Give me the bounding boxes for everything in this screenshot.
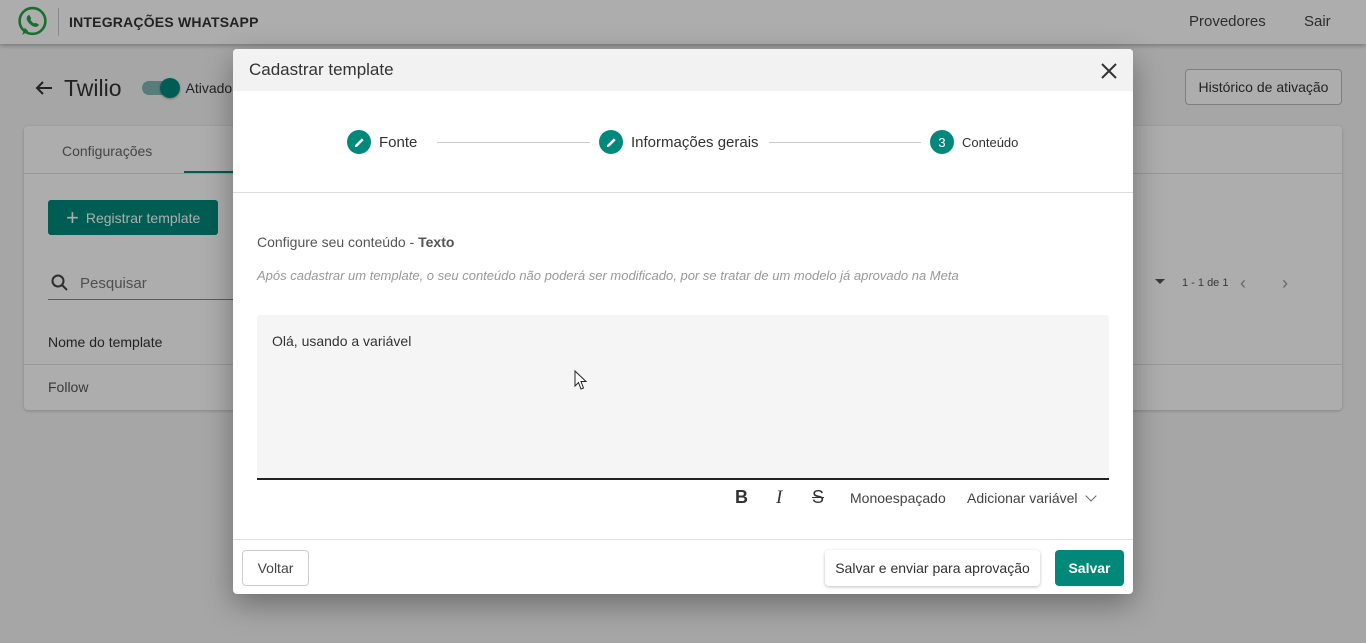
- content-type: Texto: [418, 234, 455, 250]
- mouse-pointer-icon: [574, 370, 588, 390]
- strikethrough-button[interactable]: S: [812, 487, 824, 508]
- pencil-icon: [354, 137, 364, 147]
- close-icon[interactable]: [1099, 61, 1119, 81]
- step-fonte[interactable]: Fonte: [347, 130, 417, 154]
- step-conteudo[interactable]: 3 Conteúdo: [930, 130, 1018, 154]
- content-label-prefix: Configure seu conteúdo -: [257, 234, 419, 250]
- step-label: Fonte: [379, 133, 418, 151]
- step-done-circle: [599, 130, 623, 154]
- add-variable-label: Adicionar variável: [967, 490, 1078, 506]
- content-label: Configure seu conteúdo - Texto: [257, 234, 454, 250]
- monospace-button[interactable]: Monoespaçado: [850, 490, 946, 506]
- content-hint: Após cadastrar um template, o seu conteú…: [257, 268, 959, 283]
- add-variable-dropdown[interactable]: Adicionar variável: [967, 490, 1097, 506]
- save-and-submit-button[interactable]: Salvar e enviar para aprovação: [825, 550, 1040, 586]
- content-editor[interactable]: Olá, usando a variável: [257, 315, 1109, 480]
- format-toolbar: B I S Monoespaçado Adicionar variável: [233, 487, 1133, 511]
- step-connector: [769, 142, 921, 143]
- stepper: Fonte Informações gerais 3 Conteúdo: [233, 91, 1133, 193]
- save-button[interactable]: Salvar: [1055, 550, 1124, 586]
- step-label: Conteúdo: [962, 134, 1019, 150]
- bold-button[interactable]: B: [735, 487, 748, 508]
- italic-button[interactable]: I: [776, 487, 782, 509]
- step-label: Informações gerais: [631, 133, 759, 151]
- dialog-footer: Voltar Salvar e enviar para aprovação Sa…: [233, 539, 1133, 594]
- chevron-down-icon: [1084, 490, 1097, 502]
- step-number-circle: 3: [930, 130, 954, 154]
- register-template-dialog: Cadastrar template Fonte Informações ger…: [233, 49, 1133, 594]
- step-connector: [437, 142, 590, 143]
- editor-text[interactable]: Olá, usando a variável: [272, 333, 411, 349]
- dialog-header: Cadastrar template: [233, 49, 1133, 91]
- step-informacoes-gerais[interactable]: Informações gerais: [599, 130, 759, 154]
- dialog-title: Cadastrar template: [249, 60, 394, 79]
- step-done-circle: [347, 130, 371, 154]
- back-button[interactable]: Voltar: [242, 550, 309, 586]
- pencil-icon: [606, 137, 616, 147]
